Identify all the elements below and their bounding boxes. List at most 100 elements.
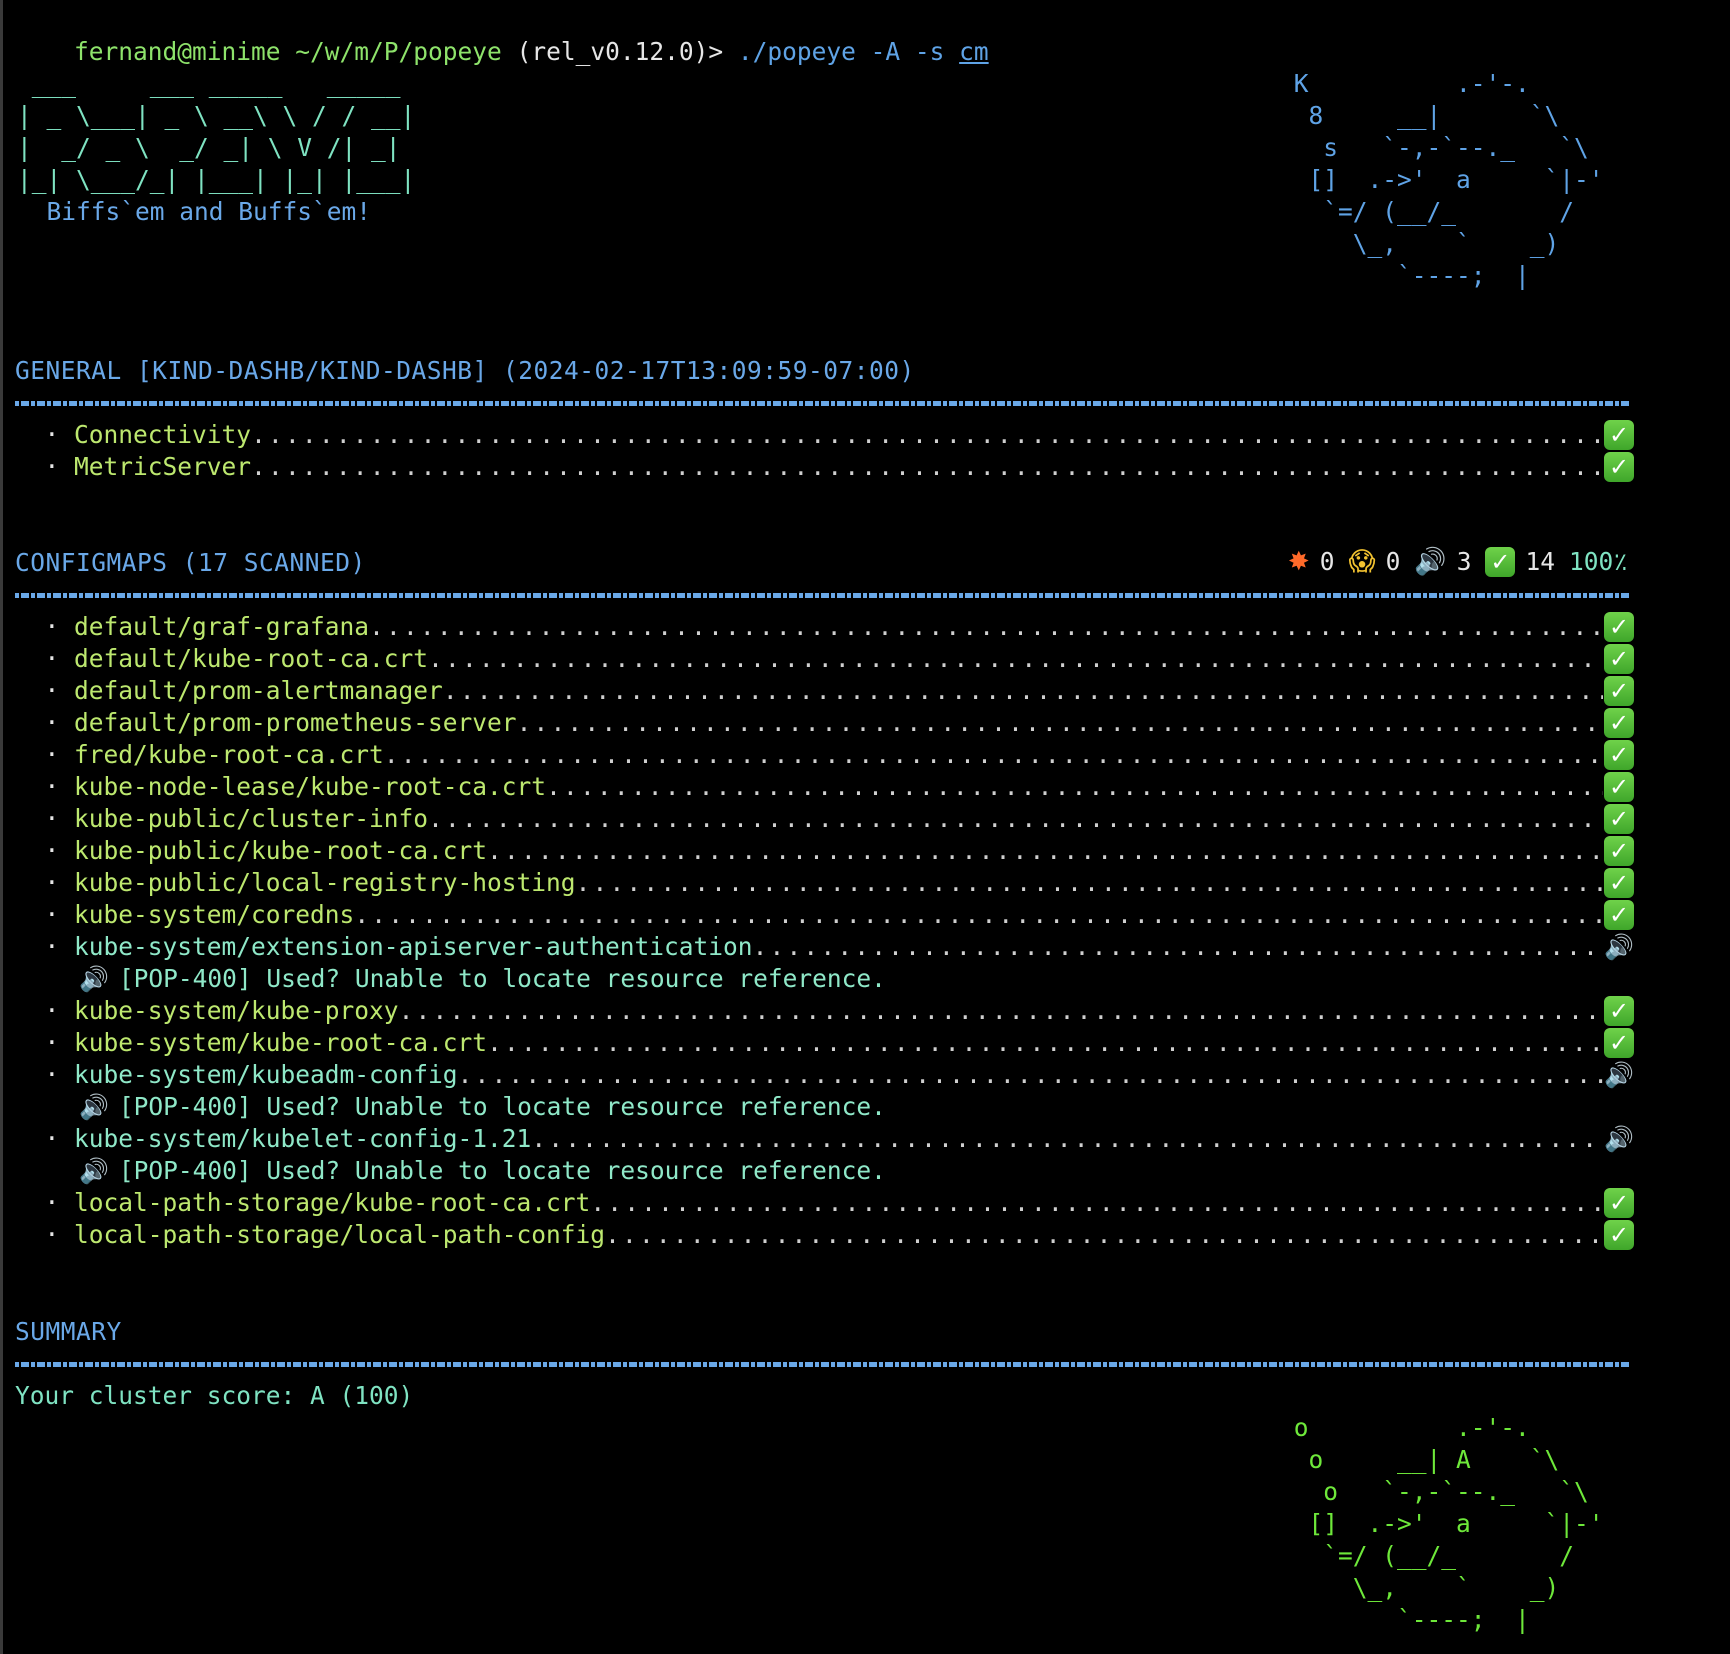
status-ok: ✓ <box>1603 804 1635 834</box>
list-item-label: · local-path-storage/kube-root-ca.crt <box>15 1187 591 1219</box>
bullet-icon: · <box>44 1124 60 1153</box>
issue-text: [POP-400] Used? Unable to locate resourc… <box>118 1156 886 1185</box>
list-item-label: · local-path-storage/local-path-config <box>15 1219 606 1251</box>
dot-leader <box>531 1123 1603 1155</box>
list-item-label: · kube-system/extension-apiserver-authen… <box>15 931 753 963</box>
configmaps-score: 100٪ <box>1568 547 1628 576</box>
bullet-icon: · <box>44 868 60 897</box>
check-icon: ✓ <box>1604 644 1634 674</box>
summary-section-title: SUMMARY <box>15 1317 122 1346</box>
dot-leader <box>487 835 1603 867</box>
status-ok: ✓ <box>1603 740 1635 770</box>
list-item: · fred/kube-root-ca.crt ✓ <box>15 739 1635 771</box>
bullet-icon: · <box>44 836 60 865</box>
resource-name: kube-node-lease/kube-root-ca.crt <box>74 772 547 801</box>
check-icon: ✓ <box>1604 708 1634 738</box>
speaker-icon: 🔊 <box>79 1157 109 1185</box>
speaker-icon: 🔊 <box>1604 1125 1634 1153</box>
check-icon: ✓ <box>1604 1028 1634 1058</box>
resource-name: kube-public/cluster-info <box>74 804 429 833</box>
status-ok: ✓ <box>1603 1220 1635 1250</box>
speaker-icon: 🔊 <box>79 965 109 993</box>
check-icon: ✓ <box>1604 452 1634 482</box>
bullet-icon: · <box>44 452 60 481</box>
list-item: · default/prom-alertmanager ✓ <box>15 675 1635 707</box>
dot-leader <box>369 611 1603 643</box>
list-item-label: · default/prom-prometheus-server <box>15 707 517 739</box>
status-ok: ✓ <box>1603 644 1635 674</box>
list-item: · local-path-storage/local-path-config ✓ <box>15 1219 1635 1251</box>
list-item: · MetricServer ✓ <box>15 451 1635 483</box>
bullet-icon: · <box>44 932 60 961</box>
list-item: · local-path-storage/kube-root-ca.crt ✓ <box>15 1187 1635 1219</box>
cluster-score: Your cluster score: A (100) <box>15 1381 414 1410</box>
check-icon: ✓ <box>1604 804 1634 834</box>
list-item-label: · kube-system/coredns <box>15 899 355 931</box>
status-ok: ✓ <box>1603 612 1635 642</box>
check-icon: ✓ <box>1604 740 1634 770</box>
dot-leader <box>428 643 1603 675</box>
prompt-command: ./popeye -A -s <box>737 37 945 66</box>
grade-a-popeye-ascii-art: o .-'-. o __| A `\ o `-,-`--._ `\ [] .->… <box>1293 1413 1604 1634</box>
bullet-icon: · <box>44 1220 60 1249</box>
speaker-icon: 🔊 <box>79 1093 109 1121</box>
status-ok: ✓ <box>1603 1028 1635 1058</box>
list-item: · default/kube-root-ca.crt ✓ <box>15 643 1635 675</box>
list-item-label: · default/prom-alertmanager <box>15 675 443 707</box>
list-item: · kube-system/coredns ✓ <box>15 899 1635 931</box>
configmaps-counts: ✸ 0 😱 0 🔊 3 ✓ 14 100٪ <box>1288 546 1628 578</box>
status-ok: ✓ <box>1603 1188 1635 1218</box>
dot-leader <box>384 739 1603 771</box>
resource-name: local-path-storage/local-path-config <box>74 1220 606 1249</box>
check-icon: ✓ <box>1604 420 1634 450</box>
bullet-icon: · <box>44 804 60 833</box>
list-item-label: · Connectivity <box>15 419 252 451</box>
list-item-label: · kube-system/kube-proxy <box>15 995 399 1027</box>
bullet-icon: · <box>44 1188 60 1217</box>
resource-name: kube-system/kubeadm-config <box>74 1060 458 1089</box>
list-item-label: · MetricServer <box>15 451 252 483</box>
dot-leader <box>458 1059 1603 1091</box>
list-item: · kube-system/kubelet-config-1.21 🔊 <box>15 1123 1635 1155</box>
bullet-icon: · <box>44 420 60 449</box>
issue-message: 🔊 [POP-400] Used? Unable to locate resour… <box>79 963 886 995</box>
bullet-icon: · <box>44 996 60 1025</box>
check-icon: ✓ <box>1604 868 1634 898</box>
resource-name: kube-system/kubelet-config-1.21 <box>74 1124 532 1153</box>
check-icon: ✓ <box>1604 676 1634 706</box>
dot-leader <box>251 451 1603 483</box>
resource-name: kube-public/local-registry-hosting <box>74 868 576 897</box>
speaker-icon: 🔊 <box>1414 547 1447 577</box>
list-item-label: · kube-node-lease/kube-root-ca.crt <box>15 771 547 803</box>
dot-leader <box>428 803 1603 835</box>
resource-name: default/graf-grafana <box>74 612 370 641</box>
dot-leader <box>590 1187 1603 1219</box>
status-ok: ✓ <box>1603 708 1635 738</box>
resource-name: default/kube-root-ca.crt <box>74 644 429 673</box>
list-item: · kube-system/extension-apiserver-authen… <box>15 931 1635 963</box>
list-item-label: · kube-public/local-registry-hosting <box>15 867 576 899</box>
check-icon: ✓ <box>1604 836 1634 866</box>
check-icon: ✓ <box>1604 900 1634 930</box>
status-info: 🔊 <box>1603 1124 1635 1154</box>
bullet-icon: · <box>44 612 60 641</box>
configmaps-section-title: CONFIGMAPS (17 SCANNED) <box>15 548 366 577</box>
bullet-icon: · <box>44 900 60 929</box>
list-item-label: · kube-public/cluster-info <box>15 803 429 835</box>
bullet-icon: · <box>44 772 60 801</box>
ok-count: 14 <box>1525 547 1555 576</box>
resource-name: fred/kube-root-ca.crt <box>74 740 384 769</box>
warning-count: 0 <box>1385 547 1401 576</box>
list-item: · kube-system/kube-root-ca.crt ✓ <box>15 1027 1635 1059</box>
status-info: 🔊 <box>1603 932 1635 962</box>
status-ok: ✓ <box>1603 772 1635 802</box>
bullet-icon: · <box>44 676 60 705</box>
terminal-window[interactable]: fernand@minime ~/w/m/P/popeye (rel_v0.12… <box>0 0 1730 1654</box>
list-item-label: · default/kube-root-ca.crt <box>15 643 429 675</box>
prompt-path: ~/w/m/P/popeye <box>295 37 502 66</box>
resource-name: MetricServer <box>74 452 252 481</box>
check-icon: ✓ <box>1485 547 1516 577</box>
speaker-icon: 🔊 <box>1604 933 1634 961</box>
collision-icon: ✸ <box>1287 547 1310 577</box>
list-item: · kube-system/kube-proxy ✓ <box>15 995 1635 1027</box>
